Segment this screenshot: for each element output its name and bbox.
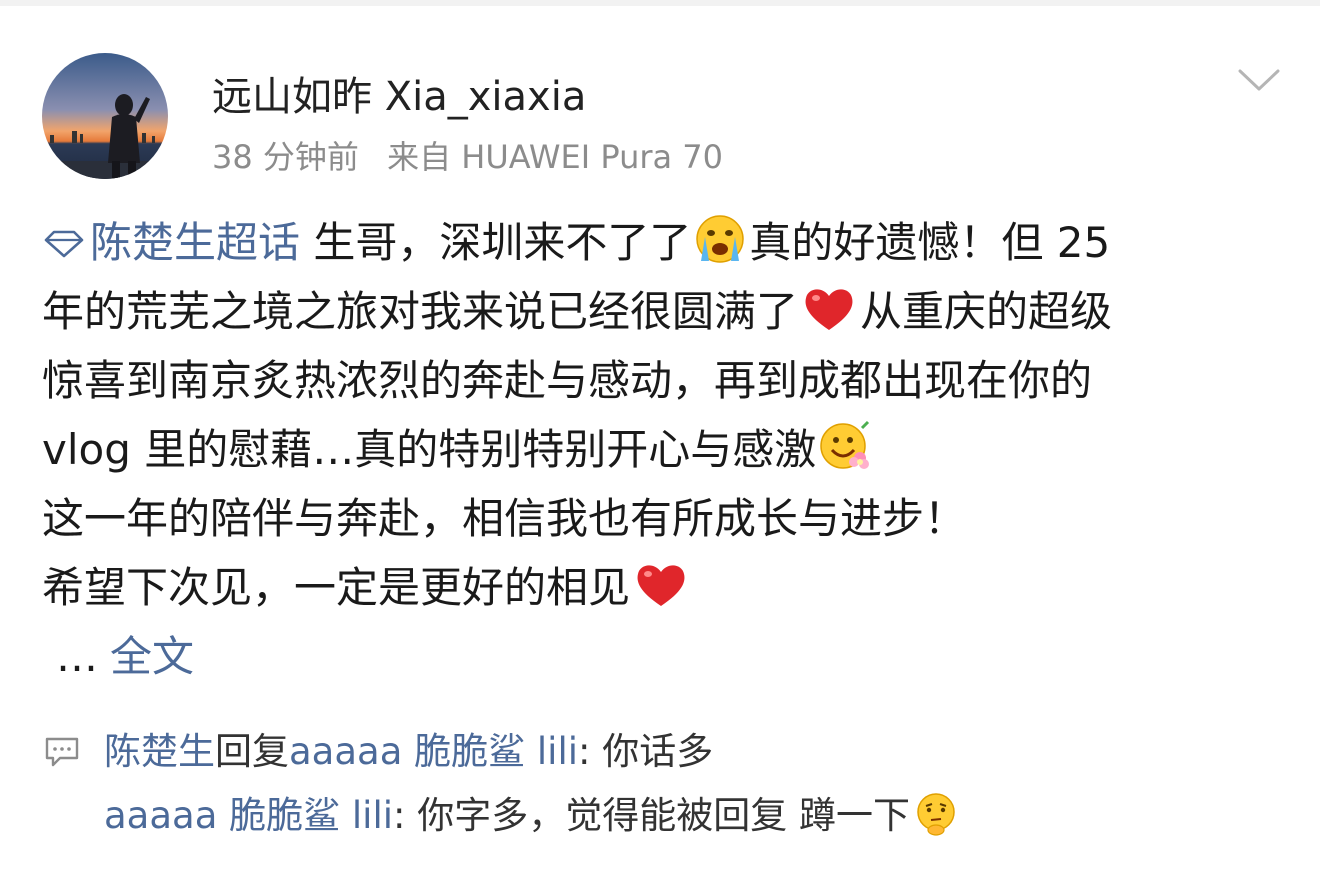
red-heart-icon (637, 565, 685, 606)
full-text-link[interactable]: 全文 (110, 632, 194, 681)
comment-author[interactable]: 陈楚生 (104, 730, 215, 773)
comment-icon (45, 737, 79, 767)
super-topic-link[interactable]: 陈楚生超话 (42, 218, 300, 267)
top-divider (0, 0, 1320, 6)
post-text: 真的好遗憾！但 25 (749, 218, 1111, 267)
post-header: 远山如昨 Xia_xiaxia 38 分钟前 来自 HUAWEI Pura 70 (42, 50, 1292, 180)
post-meta: 38 分钟前 来自 HUAWEI Pura 70 (212, 132, 723, 178)
comment-item[interactable]: aaaaa 脆脆鲨 lili: 你字多，觉得能被回复 蹲一下 (42, 784, 1282, 848)
post-line-4: vlog 里的慰藉…真的特别特别开心与感激 (42, 415, 1282, 484)
red-heart-icon (805, 289, 853, 330)
post-line-1: 陈楚生超话 生哥，深圳来不了了 真的好遗憾！但 25 (42, 208, 1282, 277)
post-body: 陈楚生超话 生哥，深圳来不了了 真的好遗憾！但 25 年的荒芜之境之旅对我来说已经… (42, 208, 1282, 691)
username[interactable]: 远山如昨 Xia_xiaxia (212, 64, 586, 122)
comment-list: 陈楚生回复aaaaa 脆脆鲨 lili: 你话多 aaaaa 脆脆鲨 lili:… (42, 720, 1282, 848)
post-line-6: 希望下次见，一定是更好的相见 (42, 553, 1282, 622)
flower-smile-emoji (820, 420, 870, 469)
comment-reply-target[interactable]: aaaaa 脆脆鲨 lili (289, 730, 578, 773)
comment-author[interactable]: aaaaa 脆脆鲨 lili (104, 794, 393, 837)
post-text: vlog 里的慰藉…真的特别特别开心与感激 (42, 425, 817, 474)
post-text: 从重庆的超级 (860, 287, 1113, 336)
post-text: 生哥，深圳来不了了 (300, 218, 692, 267)
post-line-2: 年的荒芜之境之旅对我来说已经很圆满了 从重庆的超级 (42, 277, 1282, 346)
avatar[interactable] (42, 53, 168, 179)
comment-text: : 你字多，觉得能被回复 蹲一下 (393, 794, 911, 837)
post-time: 38 分钟前 (212, 138, 359, 176)
post-line-more: … 全文 (42, 622, 1282, 691)
comment-item[interactable]: 陈楚生回复aaaaa 脆脆鲨 lili: 你话多 (42, 720, 1282, 784)
thinking-emoji (917, 793, 955, 836)
post-text: 希望下次见，一定是更好的相见 (42, 563, 631, 612)
chevron-down-icon[interactable] (1237, 66, 1281, 94)
comment-text: : 你话多 (578, 730, 714, 773)
post-source: 来自 HUAWEI Pura 70 (387, 138, 724, 176)
post-line-5: 这一年的陪伴与奔赴，相信我也有所成长与进步！ (42, 494, 967, 543)
post-text: 年的荒芜之境之旅对我来说已经很圆满了 (42, 287, 799, 336)
super-topic-label: 陈楚生超话 (90, 218, 301, 267)
crying-emoji (696, 215, 745, 263)
super-topic-icon (44, 230, 84, 258)
post-line-3: 惊喜到南京炙热浓烈的奔赴与感动，再到成都出现在你的 (42, 356, 1093, 405)
ellipsis: … (56, 632, 98, 681)
reply-word: 回复 (215, 730, 289, 773)
